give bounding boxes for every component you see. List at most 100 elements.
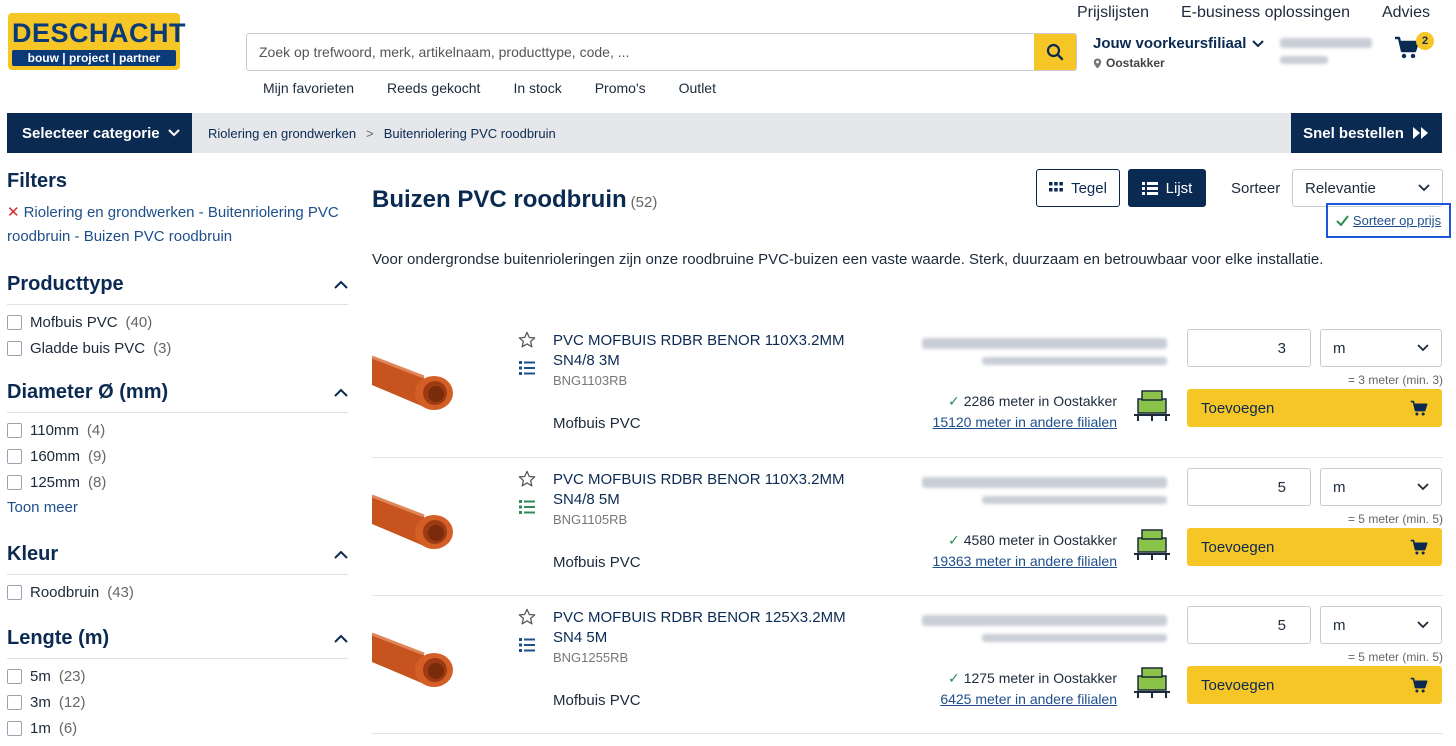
toplink-ebusiness[interactable]: E-business oplossingen (1181, 4, 1350, 22)
favorite-star-icon[interactable] (518, 470, 536, 488)
favorite-star-icon[interactable] (518, 331, 536, 349)
pvc-pipe-image[interactable] (372, 339, 456, 411)
filter-option[interactable]: 1m (6) (7, 715, 348, 741)
page-title-text: Buizen PVC roodbruin (372, 186, 627, 213)
checkbox[interactable] (7, 448, 22, 464)
cart-icon (1410, 677, 1428, 693)
check-icon: ✓ (947, 393, 960, 409)
chevron-down-icon (1417, 483, 1429, 491)
add-to-cart-button[interactable]: Toevoegen (1187, 528, 1442, 566)
quantity-input[interactable]: 5 (1187, 606, 1311, 644)
subnav-favorieten[interactable]: Mijn favorieten (263, 80, 354, 96)
store-selector[interactable]: Jouw voorkeursfiliaal Oostakker (1093, 35, 1265, 70)
cart-icon (1410, 400, 1428, 416)
filter-option[interactable]: Gladde buis PVC (3) (7, 335, 348, 361)
active-filter[interactable]: ✕ Riolering en grondwerken - Buitenrioler… (7, 201, 348, 249)
show-more-link[interactable]: Toon meer (7, 495, 348, 521)
chevron-up-icon (334, 634, 348, 643)
specs-list-icon[interactable] (519, 638, 535, 652)
filter-option-label: 5m (30, 667, 51, 685)
pvc-pipe-image[interactable] (372, 616, 456, 688)
unit-select[interactable]: m (1320, 606, 1442, 644)
filters-panel: Filters ✕ Riolering en grondwerken - Buit… (7, 170, 348, 741)
store-title-row: Jouw voorkeursfiliaal (1093, 35, 1265, 52)
search-button[interactable] (1034, 34, 1076, 70)
remove-filter-icon[interactable]: ✕ (7, 204, 20, 221)
filter-group-header[interactable]: Producttype (7, 273, 348, 305)
filter-option-count: (9) (88, 447, 107, 465)
store-location-row: Oostakker (1093, 56, 1264, 70)
filter-option-label: 110mm (30, 421, 79, 439)
breadcrumb: Riolering en grondwerken > Buitenrioleri… (208, 113, 556, 153)
search-input[interactable] (247, 34, 1034, 70)
filter-option[interactable]: 160mm (9) (7, 443, 348, 469)
select-category-button[interactable]: Selecteer categorie (7, 113, 192, 153)
filter-option-label: Mofbuis PVC (30, 313, 118, 331)
filter-option-count: (23) (58, 667, 86, 685)
breadcrumb-item[interactable]: Buitenriolering PVC roodbruin (384, 126, 556, 141)
cart-button[interactable]: 2 (1394, 32, 1434, 66)
toplink-advies[interactable]: Advies (1382, 4, 1430, 22)
product-sku: BNG1103RB (553, 373, 628, 388)
subnav-reeds-gekocht[interactable]: Reeds gekocht (387, 80, 480, 96)
subnav-outlet[interactable]: Outlet (679, 80, 716, 96)
sort-select[interactable]: Relevantie (1292, 169, 1443, 207)
add-to-cart-button[interactable]: Toevoegen (1187, 666, 1442, 704)
price-blurred (922, 333, 1167, 365)
subnav-in-stock[interactable]: In stock (513, 80, 561, 96)
filter-option[interactable]: Roodbruin (43) (7, 579, 348, 605)
min-quantity-note: = 5 meter (min. 5) (1347, 650, 1443, 664)
filter-option[interactable]: Mofbuis PVC (40) (7, 309, 348, 335)
specs-list-icon[interactable] (519, 500, 535, 514)
stock-other-link[interactable]: 15120 meter in andere filialen (933, 414, 1117, 430)
checkbox[interactable] (7, 474, 22, 490)
stock-other-link[interactable]: 19363 meter in andere filialen (933, 553, 1117, 569)
list-icon (1141, 181, 1158, 195)
filter-group-header[interactable]: Kleur (7, 543, 348, 575)
specs-list-icon[interactable] (519, 361, 535, 375)
stock-other-link[interactable]: 6425 meter in andere filialen (940, 691, 1117, 707)
checkbox[interactable] (7, 340, 22, 356)
unit-select[interactable]: m (1320, 329, 1442, 367)
subnav-promos[interactable]: Promo's (595, 80, 646, 96)
filter-option-label: Roodbruin (30, 583, 100, 601)
product-name[interactable]: PVC MOFBUIS RDBR BENOR 125X3.2MM SN4 5M (553, 608, 873, 648)
quantity-input[interactable]: 3 (1187, 329, 1311, 367)
checkbox[interactable] (7, 694, 22, 710)
filter-group-header[interactable]: Lengte (m) (7, 627, 348, 659)
unit-select[interactable]: m (1320, 468, 1442, 506)
quantity-input[interactable]: 5 (1187, 468, 1311, 506)
add-to-cart-button[interactable]: Toevoegen (1187, 389, 1442, 427)
product-name[interactable]: PVC MOFBUIS RDBR BENOR 110X3.2MM SN4/8 5… (553, 470, 873, 510)
filter-option[interactable]: 5m (23) (7, 663, 348, 689)
filter-option-count: (40) (125, 313, 153, 331)
filter-option[interactable]: 3m (12) (7, 689, 348, 715)
price-blurred (922, 472, 1167, 504)
quick-order-button[interactable]: Snel bestellen (1291, 113, 1442, 153)
checkbox[interactable] (7, 720, 22, 736)
filter-option-label: Gladde buis PVC (30, 339, 146, 357)
stock-local-text: 4580 meter in Oostakker (963, 532, 1117, 548)
sort-by-price-link[interactable]: Sorteer op prijs (1326, 203, 1451, 238)
pvc-pipe-image[interactable] (372, 478, 456, 550)
checkbox[interactable] (7, 584, 22, 600)
logo[interactable]: DESCHACHT bouw | project | partner (8, 13, 186, 70)
store-title: Jouw voorkeursfiliaal (1093, 35, 1247, 52)
product-name[interactable]: PVC MOFBUIS RDBR BENOR 110X3.2MM SN4/8 3… (553, 331, 873, 371)
filter-option-count: (12) (58, 693, 86, 711)
account-menu[interactable] (1280, 38, 1380, 64)
filter-option[interactable]: 110mm (4) (7, 417, 348, 443)
toplink-prijslijsten[interactable]: Prijslijsten (1077, 4, 1149, 22)
filter-option-label: 3m (30, 693, 51, 711)
checkbox[interactable] (7, 314, 22, 330)
favorite-star-icon[interactable] (518, 608, 536, 626)
view-list-button[interactable]: Lijst (1128, 169, 1206, 207)
filter-group-header[interactable]: Diameter Ø (mm) (7, 381, 348, 413)
filter-option[interactable]: 125mm (8) (7, 469, 348, 495)
checkbox[interactable] (7, 668, 22, 684)
filter-option-label: 1m (30, 719, 51, 737)
breadcrumb-item[interactable]: Riolering en grondwerken (208, 126, 356, 141)
view-grid-button[interactable]: Tegel (1036, 169, 1120, 207)
filters-title: Filters (7, 170, 68, 192)
checkbox[interactable] (7, 422, 22, 438)
